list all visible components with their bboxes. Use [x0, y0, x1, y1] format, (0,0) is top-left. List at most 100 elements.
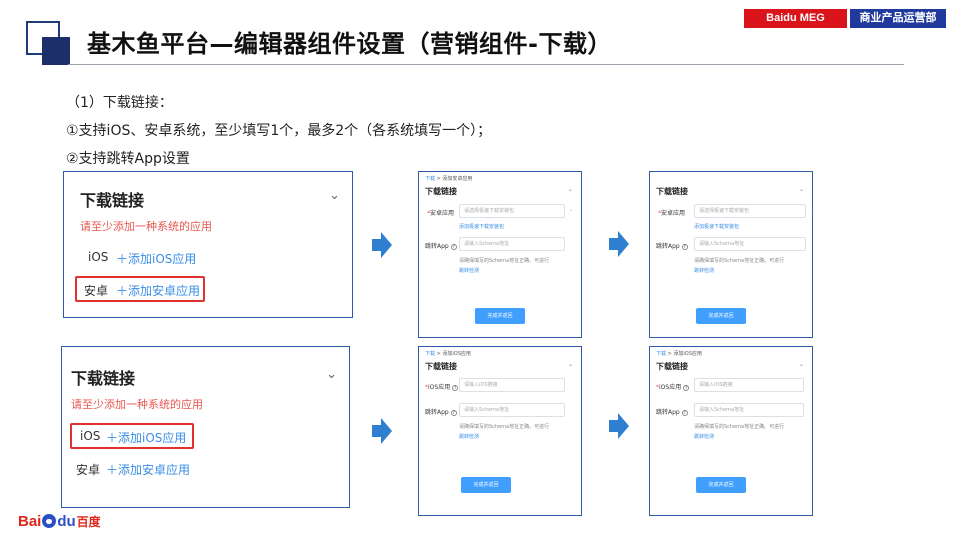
ios-link-input[interactable]: 请输入iOS链接	[694, 378, 804, 392]
field-label-jump-app: 跳转App ?	[656, 407, 688, 416]
complete-return-button[interactable]: 完成并返回	[696, 477, 746, 493]
breadcrumb: 下载 > 添加安卓应用	[425, 175, 472, 182]
help-circle-icon[interactable]: ?	[681, 243, 688, 250]
slide-title: 基木鱼平台—编辑器组件设置（营销组件-下载）	[87, 30, 612, 58]
schema-help-text: 请确保填写的Schema地址正确。可进行	[694, 258, 785, 264]
body-line-2: ①支持iOS、安卓系统，至少填写1个，最多2个（各系统填写一个）；	[66, 123, 492, 139]
chevron-down-icon[interactable]: ⌄	[568, 186, 573, 193]
download-panel-ios: 下载链接 ⌄ 请至少添加一种系统的应用 iOS ＋添加iOS应用 安卓 ＋添加安…	[61, 346, 350, 508]
label-text: 跳转App	[425, 409, 449, 416]
field-label-android: *安卓应用	[427, 208, 454, 217]
jump-check-link[interactable]: 跳转检测	[459, 267, 479, 274]
field-label-jump-app: 跳转App ?	[425, 407, 457, 416]
form-add-android-2: 下载链接 ⌄ *安卓应用 请选择极速下载安装包 ⌄ 添加极速下载安装包 跳转Ap…	[649, 171, 814, 338]
add-android-link[interactable]: ＋添加安卓应用	[116, 282, 200, 299]
jump-check-link[interactable]: 跳转检测	[694, 433, 714, 440]
form-title: 下载链接	[425, 187, 457, 196]
breadcrumb: 下载 > 添加iOS应用	[656, 350, 702, 357]
label-text: 跳转App	[425, 243, 449, 250]
form-add-android-1: 下载 > 添加安卓应用 下载链接 ⌄ *安卓应用 请选择极速下载安装包 ⌄ 添加…	[418, 171, 582, 338]
add-ios-link[interactable]: ＋添加iOS应用	[116, 250, 196, 267]
logo-bai: Bai	[18, 513, 42, 530]
body-line-3: ②支持跳转App设置	[66, 151, 190, 167]
add-fast-package-link[interactable]: 添加极速下载安装包	[459, 223, 504, 230]
form-add-ios-1: 下载 > 添加iOS应用 下载链接 ⌄ *iOS应用 ? 请输入iOS链接 跳转…	[418, 346, 582, 516]
breadcrumb: 下载 > 添加iOS应用	[425, 350, 471, 357]
chevron-down-icon[interactable]: ⌄	[326, 367, 337, 382]
panel-warning: 请至少添加一种系统的应用	[80, 220, 212, 233]
help-circle-icon[interactable]: ?	[683, 384, 690, 391]
form-title: 下载链接	[656, 187, 688, 196]
field-label-ios: *iOS应用 ?	[656, 382, 690, 391]
chevron-down-icon[interactable]: ⌄	[569, 207, 573, 213]
schema-input[interactable]: 请输入Schema地址	[459, 237, 565, 251]
add-android-link[interactable]: ＋添加安卓应用	[106, 461, 190, 478]
breadcrumb-root[interactable]: 下载	[425, 176, 435, 182]
field-label-jump-app: 跳转App ?	[425, 241, 457, 250]
label-text: 安卓应用	[430, 210, 455, 217]
logo-chinese: 百度	[76, 515, 101, 529]
jump-check-link[interactable]: 跳转检测	[459, 433, 479, 440]
breadcrumb-root[interactable]: 下载	[656, 351, 666, 357]
breadcrumb-sep: >	[436, 351, 441, 357]
schema-help-text: 请确保填写的Schema地址正确。可进行	[459, 424, 550, 430]
schema-input[interactable]: 请输入Schema地址	[694, 403, 804, 417]
baidu-logo: Bai du百度	[18, 511, 101, 530]
form-title: 下载链接	[425, 362, 457, 371]
schema-input[interactable]: 请输入Schema地址	[459, 403, 565, 417]
complete-return-button[interactable]: 完成并返回	[461, 477, 511, 493]
schema-help-text: 请确保填写的Schema地址正确。可进行	[694, 424, 785, 430]
panel-title: 下载链接	[80, 191, 145, 210]
jump-check-link[interactable]: 跳转检测	[694, 267, 714, 274]
help-circle-icon[interactable]: ?	[450, 409, 457, 416]
title-divider	[68, 64, 904, 65]
breadcrumb-root[interactable]: 下载	[425, 351, 435, 357]
label-text: iOS应用	[428, 384, 451, 391]
arrow-right-icon	[372, 232, 392, 258]
label-text: iOS应用	[659, 384, 682, 391]
breadcrumb-current: 添加安卓应用	[442, 176, 473, 182]
help-circle-icon[interactable]: ?	[452, 384, 459, 391]
add-ios-link[interactable]: ＋添加iOS应用	[106, 429, 186, 446]
field-label-android: *安卓应用	[658, 208, 685, 217]
breadcrumb-sep: >	[667, 351, 672, 357]
label-text: 跳转App	[656, 243, 680, 250]
arrow-right-icon	[372, 418, 392, 444]
download-panel-android: 下载链接 ⌄ 请至少添加一种系统的应用 iOS ＋添加iOS应用 安卓 ＋添加安…	[63, 171, 353, 318]
row-label-android: 安卓	[76, 463, 101, 477]
add-fast-package-link[interactable]: 添加极速下载安装包	[694, 223, 739, 230]
panel-title: 下载链接	[71, 369, 136, 388]
baidu-paw-icon	[42, 514, 57, 528]
chevron-down-icon[interactable]: ⌄	[810, 207, 814, 213]
label-text: 安卓应用	[661, 210, 686, 217]
title-deco-square-filled	[42, 37, 70, 65]
breadcrumb-current: 添加iOS应用	[442, 351, 471, 357]
badge-department: 商业产品运营部	[850, 9, 946, 28]
ios-link-input[interactable]: 请输入iOS链接	[459, 378, 565, 392]
help-circle-icon[interactable]: ?	[450, 243, 457, 250]
chevron-down-icon[interactable]: ⌄	[799, 186, 804, 193]
complete-return-button[interactable]: 完成并返回	[696, 308, 746, 324]
field-label-ios: *iOS应用 ?	[425, 382, 459, 391]
badge-baidu-meg: Baidu MEG	[744, 9, 847, 28]
schema-help-text: 请确保填写的Schema地址正确。可进行	[459, 258, 550, 264]
logo-du: du	[57, 513, 76, 530]
label-text: 跳转App	[656, 409, 680, 416]
arrow-right-icon	[609, 231, 629, 257]
breadcrumb-sep: >	[436, 176, 441, 182]
chevron-down-icon[interactable]: ⌄	[799, 361, 804, 368]
chevron-down-icon[interactable]: ⌄	[568, 361, 573, 368]
row-label-android: 安卓	[84, 284, 109, 298]
panel-warning: 请至少添加一种系统的应用	[71, 398, 203, 411]
android-app-select[interactable]: 请选择极速下载安装包	[459, 204, 565, 218]
field-label-jump-app: 跳转App ?	[656, 241, 688, 250]
breadcrumb-current: 添加iOS应用	[673, 351, 702, 357]
complete-return-button[interactable]: 完成并返回	[475, 308, 525, 324]
schema-input[interactable]: 请输入Schema地址	[694, 237, 806, 251]
arrow-right-icon	[609, 413, 629, 439]
form-title: 下载链接	[656, 362, 688, 371]
row-label-ios: iOS	[88, 250, 109, 264]
help-circle-icon[interactable]: ?	[681, 409, 688, 416]
chevron-down-icon[interactable]: ⌄	[329, 188, 340, 203]
android-app-select[interactable]: 请选择极速下载安装包	[694, 204, 806, 218]
